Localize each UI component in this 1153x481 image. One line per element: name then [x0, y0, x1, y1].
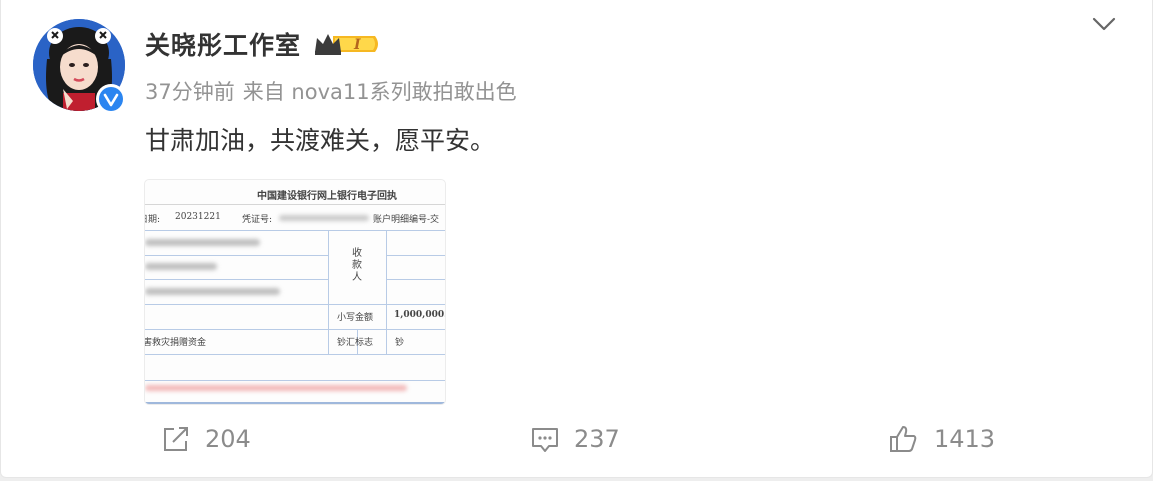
author-name[interactable]: 关晓彤工作室 [145, 26, 301, 62]
weibo-post-card: 关晓彤工作室 I 37分钟前 来自 nova11系列敢拍敢出色 甘肃加油，共渡难关… [0, 0, 1153, 478]
verified-icon [99, 87, 123, 111]
repost-button[interactable]: 204 [161, 424, 251, 454]
receipt-date-value: 20231221 [175, 212, 221, 222]
receipt-purpose: 害救灾捐赠资金 [144, 338, 207, 348]
post-meta: 37分钟前 来自 nova11系列敢拍敢出色 [145, 76, 517, 106]
receipt-voucher-label: 凭证号: [242, 215, 273, 225]
receipt-title: 中国建设银行网上银行电子回执 [257, 191, 397, 202]
vip-level-text: I [353, 37, 361, 53]
like-count: 1413 [934, 425, 996, 453]
like-icon [890, 426, 917, 452]
verified-badge [96, 84, 126, 114]
post-options-button[interactable] [1091, 12, 1117, 40]
post-image-receipt[interactable]: 中国建设银行网上银行电子回执 日期: 20231221 凭证号: 账户明细编号-… [144, 179, 446, 405]
receipt-account-label: 账户明细编号-交 [373, 215, 440, 225]
receipt-amount-value: 1,000,000. [394, 310, 446, 320]
repost-icon [164, 427, 188, 451]
receipt-payee-label: 收款人 [352, 248, 362, 283]
receipt-cash-flag-value: 钞 [395, 338, 405, 348]
receipt-date-label: 日期: [145, 215, 161, 225]
like-button[interactable]: 1413 [888, 424, 995, 454]
chevron-down-icon [1092, 17, 1116, 31]
vip-badge[interactable]: I [313, 30, 381, 62]
repost-count: 204 [205, 425, 251, 453]
receipt-cash-flag-label: 钞汇标志 [337, 338, 374, 348]
comment-button[interactable]: 237 [530, 424, 620, 454]
comment-icon [532, 428, 558, 452]
post-time[interactable]: 37分钟前 [145, 80, 235, 104]
vip-crown-icon: I [315, 34, 378, 55]
receipt-amount-label: 小写金额 [337, 313, 374, 323]
post-text: 甘肃加油，共渡难关，愿平安。 [145, 126, 496, 155]
comment-count: 237 [574, 425, 620, 453]
post-source[interactable]: 来自 nova11系列敢拍敢出色 [243, 80, 517, 104]
